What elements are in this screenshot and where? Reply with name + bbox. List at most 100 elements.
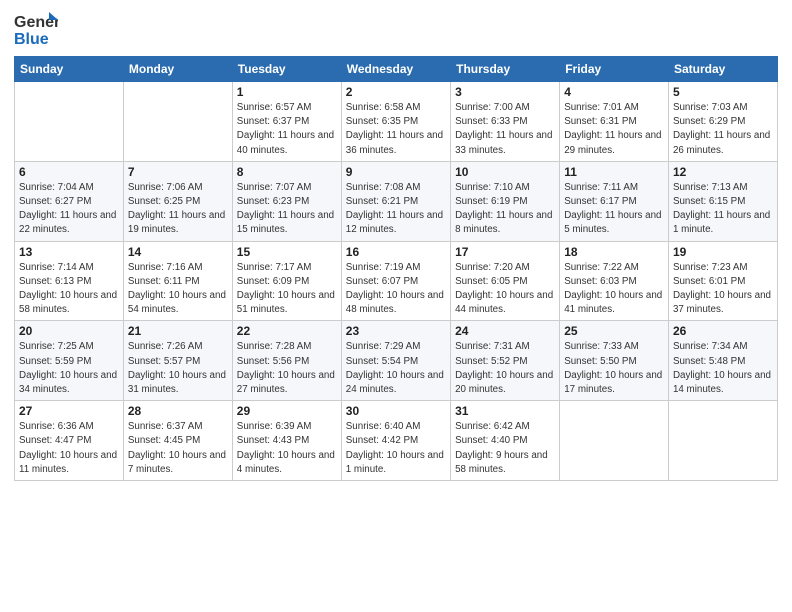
day-info: Sunrise: 7:28 AMSunset: 5:56 PMDaylight:… [237,340,337,397]
day-number: 4 [564,85,664,99]
day-info: Sunrise: 7:07 AMSunset: 6:23 PMDaylight:… [237,181,337,238]
calendar-cell: 2 Sunrise: 6:58 AMSunset: 6:35 PMDaylight… [341,82,450,162]
day-info: Sunrise: 7:22 AMSunset: 6:03 PMDaylight:… [564,261,664,318]
col-thursday: Thursday [451,57,560,82]
day-number: 10 [455,165,555,179]
day-info: Sunrise: 7:26 AMSunset: 5:57 PMDaylight:… [128,340,228,397]
logo-svg: GeneralBlue [14,10,58,50]
day-info: Sunrise: 7:31 AMSunset: 5:52 PMDaylight:… [455,340,555,397]
calendar-cell: 14 Sunrise: 7:16 AMSunset: 6:11 PMDayligh… [123,241,232,321]
col-wednesday: Wednesday [341,57,450,82]
day-number: 27 [19,404,119,418]
calendar-cell: 31Sunrise: 6:42 AMSunset: 4:40 PMDayligh… [451,401,560,481]
calendar-cell: 8 Sunrise: 7:07 AMSunset: 6:23 PMDaylight… [232,161,341,241]
day-info: Sunrise: 7:04 AMSunset: 6:27 PMDaylight:… [19,181,119,238]
calendar-cell: 22 Sunrise: 7:28 AMSunset: 5:56 PMDayligh… [232,321,341,401]
day-number: 28 [128,404,228,418]
page: GeneralBlue Sunday Monday Tuesday Wednes… [0,0,792,612]
calendar-cell: 27 Sunrise: 6:36 AMSunset: 4:47 PMDayligh… [15,401,124,481]
day-info: Sunrise: 7:06 AMSunset: 6:25 PMDaylight:… [128,181,228,238]
calendar-week-row: 13 Sunrise: 7:14 AMSunset: 6:13 PMDayligh… [15,241,778,321]
day-number: 23 [346,324,446,338]
col-saturday: Saturday [668,57,777,82]
day-info: Sunrise: 7:25 AMSunset: 5:59 PMDaylight:… [19,340,119,397]
calendar-cell: 26 Sunrise: 7:34 AMSunset: 5:48 PMDayligh… [668,321,777,401]
calendar-cell: 29Sunrise: 6:39 AMSunset: 4:43 PMDayligh… [232,401,341,481]
calendar-table: Sunday Monday Tuesday Wednesday Thursday… [14,56,778,481]
calendar-cell: 24 Sunrise: 7:31 AMSunset: 5:52 PMDayligh… [451,321,560,401]
day-info: Sunrise: 7:16 AMSunset: 6:11 PMDaylight:… [128,261,228,318]
day-info: Sunrise: 7:29 AMSunset: 5:54 PMDaylight:… [346,340,446,397]
calendar-cell: 5 Sunrise: 7:03 AMSunset: 6:29 PMDaylight… [668,82,777,162]
calendar-week-row: 20 Sunrise: 7:25 AMSunset: 5:59 PMDayligh… [15,321,778,401]
day-info: Sunrise: 7:19 AMSunset: 6:07 PMDaylight:… [346,261,446,318]
calendar-cell: 15 Sunrise: 7:17 AMSunset: 6:09 PMDayligh… [232,241,341,321]
day-number: 1 [237,85,337,99]
calendar-cell: 19 Sunrise: 7:23 AMSunset: 6:01 PMDayligh… [668,241,777,321]
day-info: Sunrise: 7:23 AMSunset: 6:01 PMDaylight:… [673,261,773,318]
logo: GeneralBlue [14,10,58,50]
day-info: Sunrise: 7:34 AMSunset: 5:48 PMDaylight:… [673,340,773,397]
day-info: Sunrise: 6:37 AMSunset: 4:45 PMDaylight:… [128,420,228,477]
calendar-cell: 6 Sunrise: 7:04 AMSunset: 6:27 PMDaylight… [15,161,124,241]
day-number: 13 [19,245,119,259]
day-number: 9 [346,165,446,179]
day-info: Sunrise: 7:17 AMSunset: 6:09 PMDaylight:… [237,261,337,318]
day-number: 25 [564,324,664,338]
day-number: 26 [673,324,773,338]
day-number: 17 [455,245,555,259]
day-number: 11 [564,165,664,179]
day-info: Sunrise: 7:33 AMSunset: 5:50 PMDaylight:… [564,340,664,397]
calendar-week-row: 6 Sunrise: 7:04 AMSunset: 6:27 PMDaylight… [15,161,778,241]
calendar-cell: 30 Sunrise: 6:40 AMSunset: 4:42 PMDayligh… [341,401,450,481]
day-number: 21 [128,324,228,338]
day-number: 8 [237,165,337,179]
calendar-cell: 16 Sunrise: 7:19 AMSunset: 6:07 PMDayligh… [341,241,450,321]
calendar-cell: 9 Sunrise: 7:08 AMSunset: 6:21 PMDaylight… [341,161,450,241]
calendar-cell: 23 Sunrise: 7:29 AMSunset: 5:54 PMDayligh… [341,321,450,401]
day-info: Sunrise: 7:10 AMSunset: 6:19 PMDaylight:… [455,181,555,238]
calendar-cell [560,401,669,481]
day-number: 6 [19,165,119,179]
calendar-cell: 12Sunrise: 7:13 AMSunset: 6:15 PMDayligh… [668,161,777,241]
calendar-cell: 10 Sunrise: 7:10 AMSunset: 6:19 PMDayligh… [451,161,560,241]
day-info: Sunrise: 6:36 AMSunset: 4:47 PMDaylight:… [19,420,119,477]
day-number: 20 [19,324,119,338]
day-info: Sunrise: 7:03 AMSunset: 6:29 PMDaylight:… [673,101,773,158]
calendar-header-row: Sunday Monday Tuesday Wednesday Thursday… [15,57,778,82]
day-info: Sunrise: 6:58 AMSunset: 6:35 PMDaylight:… [346,101,446,158]
day-number: 29 [237,404,337,418]
day-info: Sunrise: 6:40 AMSunset: 4:42 PMDaylight:… [346,420,446,477]
day-info: Sunrise: 7:11 AMSunset: 6:17 PMDaylight:… [564,181,664,238]
calendar-cell: 28 Sunrise: 6:37 AMSunset: 4:45 PMDayligh… [123,401,232,481]
day-number: 19 [673,245,773,259]
calendar-cell: 1 Sunrise: 6:57 AMSunset: 6:37 PMDaylight… [232,82,341,162]
day-number: 14 [128,245,228,259]
day-info: Sunrise: 7:01 AMSunset: 6:31 PMDaylight:… [564,101,664,158]
day-number: 16 [346,245,446,259]
day-info: Sunrise: 6:42 AMSunset: 4:40 PMDaylight:… [455,420,555,477]
day-info: Sunrise: 7:20 AMSunset: 6:05 PMDaylight:… [455,261,555,318]
day-number: 15 [237,245,337,259]
calendar-cell: 18 Sunrise: 7:22 AMSunset: 6:03 PMDayligh… [560,241,669,321]
calendar-cell [668,401,777,481]
day-number: 5 [673,85,773,99]
svg-text:Blue: Blue [14,31,49,48]
day-info: Sunrise: 7:14 AMSunset: 6:13 PMDaylight:… [19,261,119,318]
calendar-cell [15,82,124,162]
calendar-cell: 25 Sunrise: 7:33 AMSunset: 5:50 PMDayligh… [560,321,669,401]
col-friday: Friday [560,57,669,82]
day-number: 30 [346,404,446,418]
calendar-cell: 20 Sunrise: 7:25 AMSunset: 5:59 PMDayligh… [15,321,124,401]
day-number: 3 [455,85,555,99]
day-info: Sunrise: 6:57 AMSunset: 6:37 PMDaylight:… [237,101,337,158]
day-number: 24 [455,324,555,338]
day-info: Sunrise: 7:08 AMSunset: 6:21 PMDaylight:… [346,181,446,238]
day-number: 2 [346,85,446,99]
calendar-cell [123,82,232,162]
calendar-cell: 21 Sunrise: 7:26 AMSunset: 5:57 PMDayligh… [123,321,232,401]
day-number: 22 [237,324,337,338]
calendar-cell: 7Sunrise: 7:06 AMSunset: 6:25 PMDaylight… [123,161,232,241]
col-monday: Monday [123,57,232,82]
day-number: 18 [564,245,664,259]
